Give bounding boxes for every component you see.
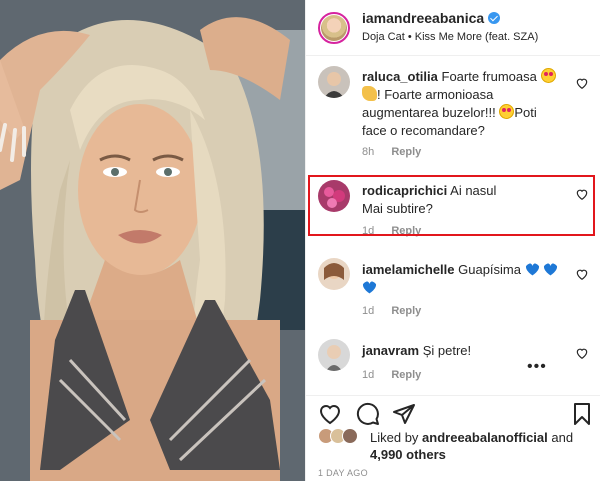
comment-time: 1d bbox=[362, 369, 375, 381]
commenter-avatar[interactable] bbox=[318, 180, 350, 212]
comment-bubble-icon[interactable] bbox=[356, 402, 380, 426]
reply-button[interactable]: Reply bbox=[391, 305, 421, 317]
commenter-avatar[interactable] bbox=[318, 66, 350, 98]
music-track[interactable]: Doja Cat • Kiss Me More (feat. SZA) bbox=[362, 31, 538, 43]
star-struck-emoji-icon bbox=[499, 104, 515, 119]
liker-avatar bbox=[342, 428, 358, 444]
more-dots-icon[interactable]: ••• bbox=[527, 359, 547, 375]
blue-heart-emoji-icon bbox=[525, 263, 539, 276]
post-side-panel: iamandreeabanica Doja Cat • Kiss Me More… bbox=[305, 0, 600, 481]
blue-heart-emoji-icon bbox=[362, 281, 377, 294]
comment-username[interactable]: iamelamichelle bbox=[362, 262, 455, 277]
commenter-avatar[interactable] bbox=[318, 258, 350, 290]
reply-button[interactable]: Reply bbox=[391, 369, 421, 381]
comment-username[interactable]: janavram bbox=[362, 343, 419, 358]
liked-by-line: Liked by andreeabalanofficial and bbox=[370, 430, 574, 445]
comment-like-heart-icon[interactable] bbox=[575, 76, 589, 90]
comment-meta: 8h Reply bbox=[362, 146, 435, 158]
comment-username[interactable]: raluca_otilia bbox=[362, 69, 438, 84]
comment-username[interactable]: rodicaprichici bbox=[362, 183, 447, 198]
verified-badge-icon bbox=[488, 12, 500, 24]
post-header: iamandreeabanica Doja Cat • Kiss Me More… bbox=[306, 0, 600, 56]
comment-time: 8h bbox=[362, 146, 375, 158]
post-action-bar bbox=[306, 395, 600, 427]
paper-plane-icon[interactable] bbox=[392, 402, 416, 426]
comment-text: rodicaprichici Ai nasul Mai subtire? bbox=[362, 183, 497, 216]
comment-time: 1d bbox=[362, 305, 375, 317]
comment-meta: 1d Reply bbox=[362, 305, 435, 317]
heart-outline-icon[interactable] bbox=[318, 402, 342, 426]
comment-text: raluca_otilia Foarte frumoasa ! Foarte a… bbox=[362, 68, 562, 140]
author-avatar[interactable] bbox=[318, 12, 350, 44]
comment-text: iamelamichelle Guapísima bbox=[362, 261, 562, 297]
comment-like-heart-icon[interactable] bbox=[575, 187, 589, 201]
reply-button[interactable]: Reply bbox=[391, 225, 421, 237]
star-struck-emoji-icon bbox=[540, 68, 556, 83]
post-timestamp: 1 DAY AGO bbox=[318, 468, 368, 478]
bookmark-icon[interactable] bbox=[570, 402, 594, 426]
comment-like-heart-icon[interactable] bbox=[575, 267, 589, 281]
comment-time: 1d bbox=[362, 225, 375, 237]
author-username[interactable]: iamandreeabanica bbox=[362, 10, 484, 26]
clapping-hands-emoji-icon bbox=[362, 86, 377, 101]
comment-meta: 1d Reply bbox=[362, 369, 435, 381]
comment-like-heart-icon[interactable] bbox=[575, 346, 589, 360]
comment-text: janavram Și petre! bbox=[362, 343, 472, 358]
commenter-avatar[interactable] bbox=[318, 339, 350, 371]
reply-button[interactable]: Reply bbox=[391, 146, 421, 158]
post-photo bbox=[0, 0, 305, 481]
liked-by-username[interactable]: andreeabalanofficial bbox=[422, 430, 548, 445]
comment-meta: 1d Reply bbox=[362, 225, 435, 237]
likes-count[interactable]: 4,990 others bbox=[370, 446, 446, 463]
blue-heart-emoji-icon bbox=[544, 263, 558, 276]
portrait-illustration bbox=[0, 0, 305, 481]
